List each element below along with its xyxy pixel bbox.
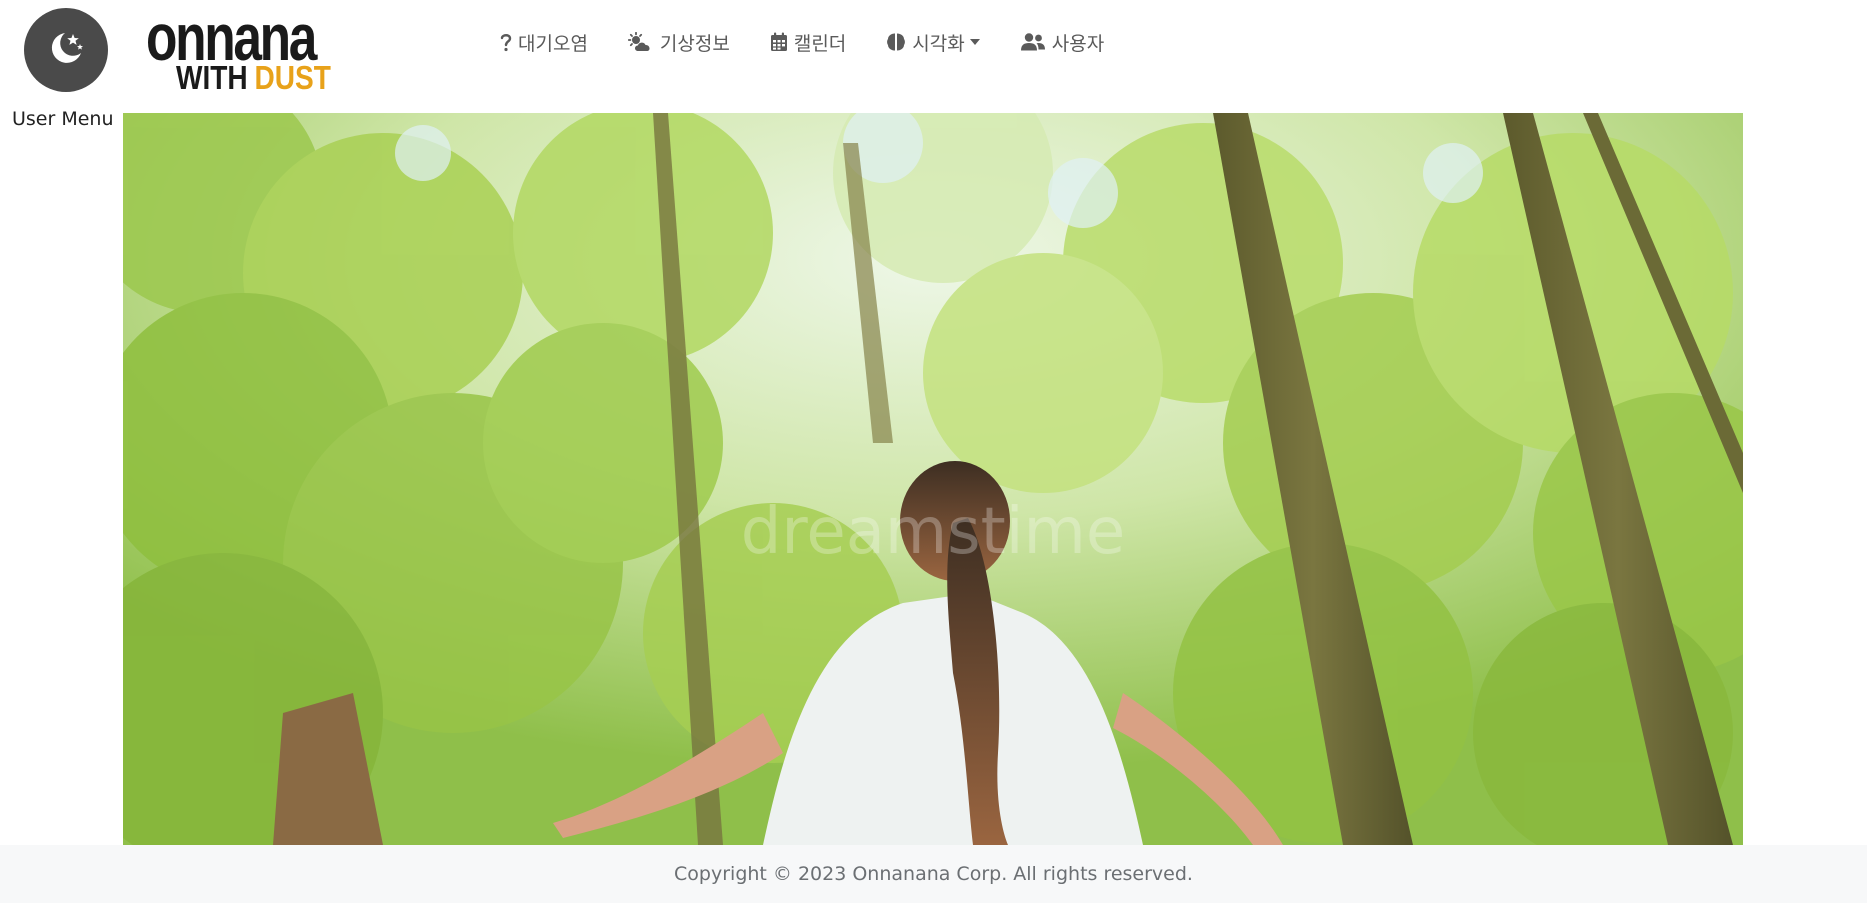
chevron-down-icon [969, 39, 980, 45]
user-menu-label: User Menu [12, 108, 114, 130]
brand-logo[interactable]: onnana WITH DUST [146, 4, 331, 100]
logo-with-text: WITH [176, 59, 248, 96]
question-icon [500, 32, 512, 52]
nav-label-users: 사용자 [1051, 32, 1105, 55]
nav-item-weather[interactable]: 기상정보 [627, 29, 730, 56]
user-menu-button[interactable] [24, 8, 108, 92]
logo-dust-text: DUST [254, 59, 331, 96]
nav-label-weather: 기상정보 [659, 32, 730, 55]
brain-icon [886, 32, 906, 52]
nav-item-calendar[interactable]: 캘린더 [770, 29, 846, 56]
footer: Copyright © 2023 Onnanana Corp. All righ… [0, 845, 1867, 903]
nav-label-air-pollution: 대기오염 [518, 32, 588, 55]
nav-item-air-pollution[interactable]: 대기오염 [500, 29, 588, 56]
calendar-icon [770, 32, 788, 52]
nav-label-visualization: 시각화 [912, 32, 965, 55]
moon-stars-icon [43, 25, 89, 75]
footer-copyright: Copyright © 2023 Onnanana Corp. All righ… [674, 863, 1193, 885]
main-nav: 대기오염 기상정보 캘린더 시각화 사용자 [500, 22, 1144, 62]
cloud-sun-icon [627, 32, 654, 52]
page: User Menu onnana WITH DUST 대기오염 기상정보 캘린더… [0, 0, 1867, 903]
hero-forest-image: dreamstime [123, 113, 1743, 845]
nav-item-visualization[interactable]: 시각화 [886, 29, 980, 56]
watermark-text: dreamstime [741, 495, 1125, 569]
nav-item-users[interactable]: 사용자 [1020, 29, 1104, 56]
nav-label-calendar: 캘린더 [793, 32, 847, 55]
logo-wordmark-bottom: WITH DUST [176, 60, 331, 96]
users-icon [1020, 32, 1046, 52]
